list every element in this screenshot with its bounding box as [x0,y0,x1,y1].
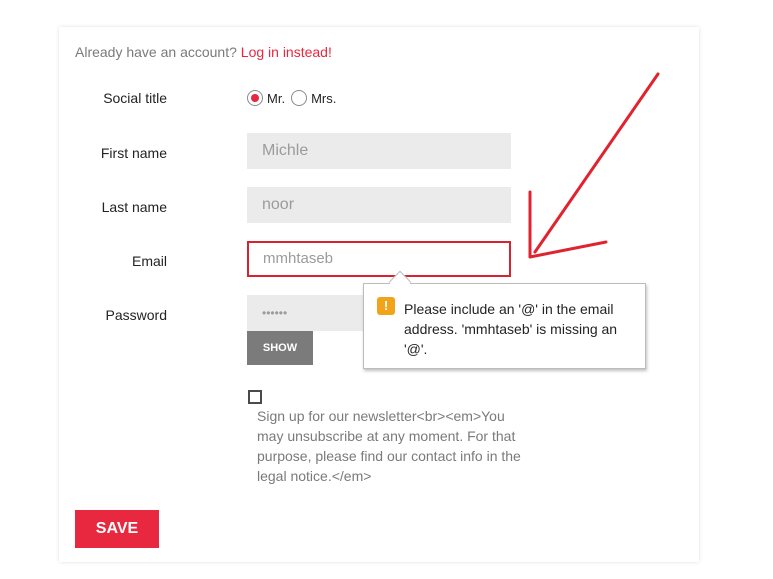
validation-message: Please include an '@' in the email addre… [404,301,618,357]
warning-icon: ! [377,297,395,315]
